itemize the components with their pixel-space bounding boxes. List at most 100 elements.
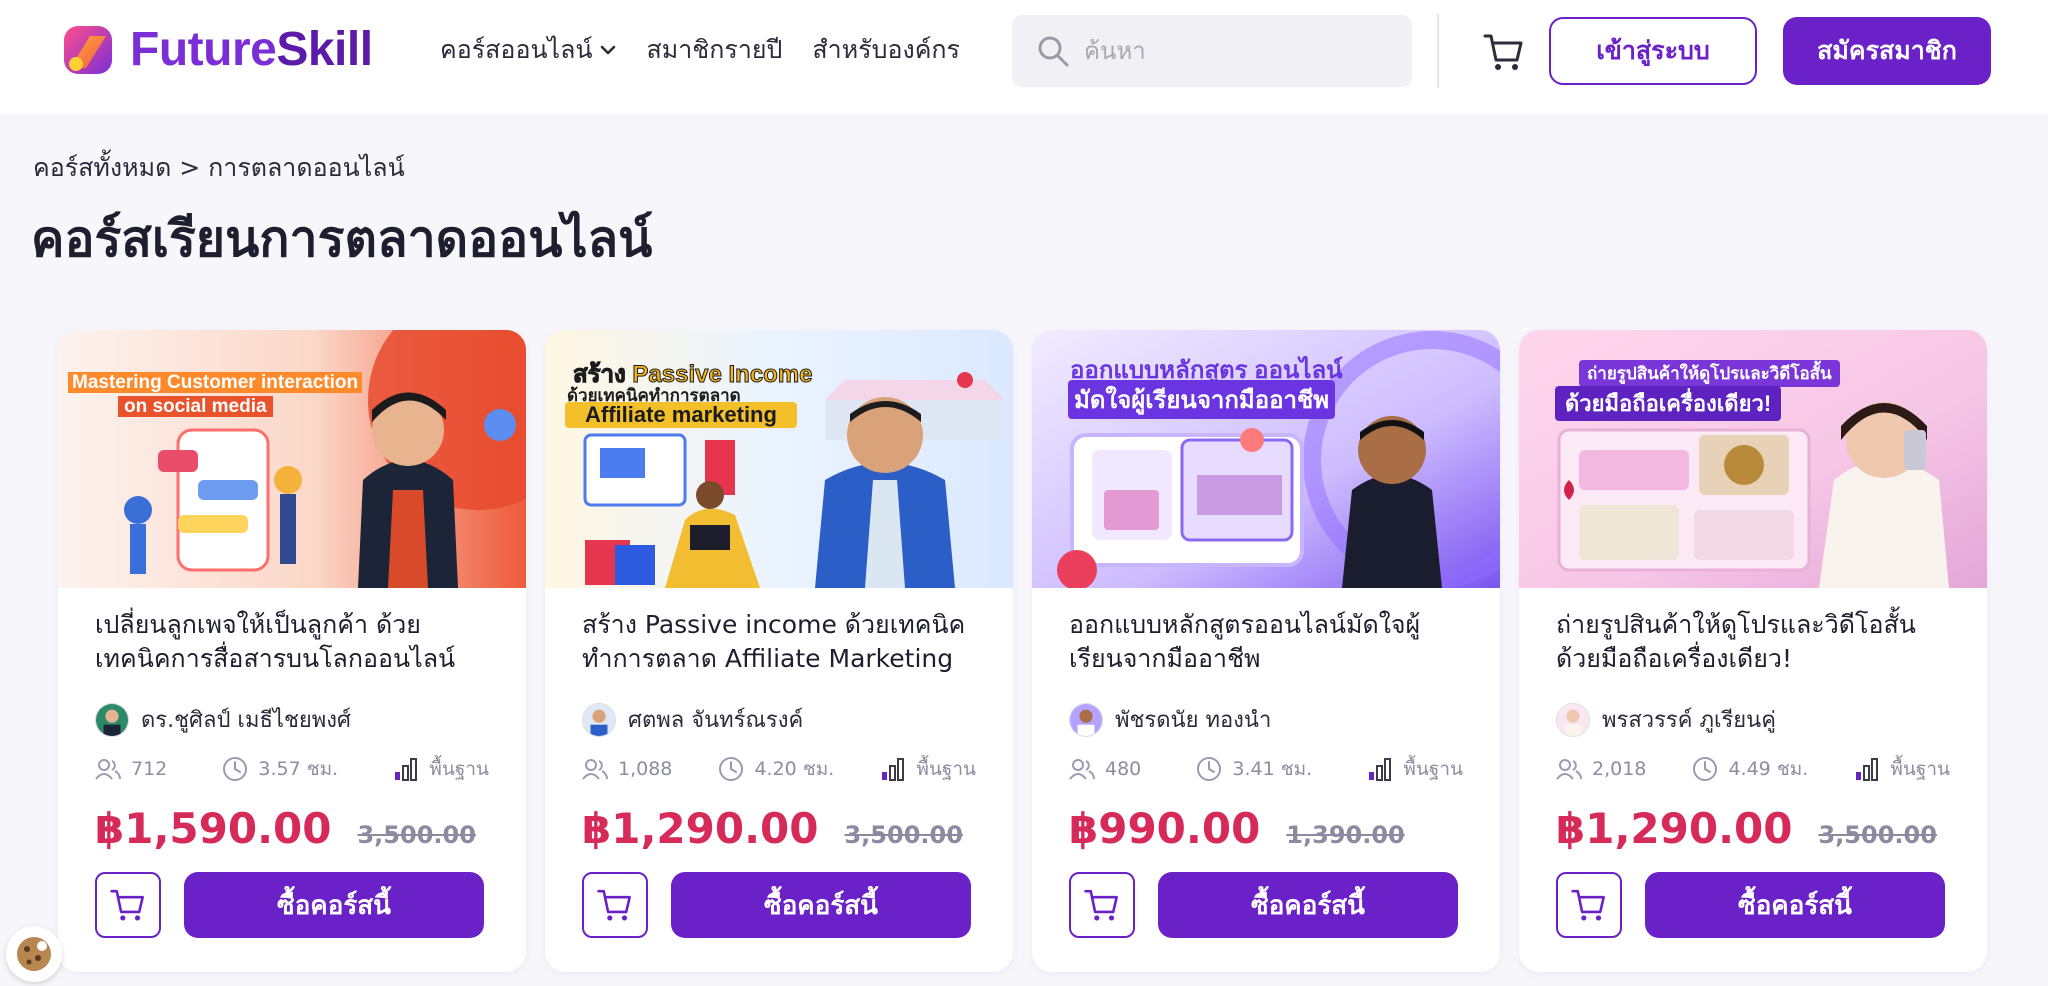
buy-course-button[interactable]: ซื้อคอร์สนี้ [1645,872,1945,938]
users-icon [1556,759,1582,780]
instructor-name: พรสวรรค์ ภูเรียนคู่ [1602,708,1776,733]
level-value: พื้นฐาน [916,758,976,780]
instructor-avatar [1556,702,1590,737]
clock-icon [1197,757,1222,781]
cart-icon [597,889,631,921]
nav-item-label: สำหรับองค์กร [812,35,960,64]
add-to-cart-button[interactable] [95,872,161,938]
nav-item-for-organizations[interactable]: สำหรับองค์กร [812,30,960,70]
duration-value: 3.41 ชม. [1232,758,1313,780]
banner-text: มัดใจผู้เรียนจากมืออาชีพ [1068,380,1336,419]
instructor: พรสวรรค์ ภูเรียนคู่ [1556,702,1776,737]
price-block: ฿1,290.00 3,500.00 [1556,804,1937,853]
course-thumbnail[interactable]: สร้าง Passive Income ด้วยเทคนิคทำการตลาด… [545,330,1013,588]
banner-text: Mastering Customer interaction [68,372,363,394]
brand-name: FutureSkill [130,23,373,76]
cart-icon [110,889,144,921]
banner-text: on social media [118,396,273,418]
nav-item-online-courses[interactable]: คอร์สออนไลน์ [440,30,617,70]
add-to-cart-button[interactable] [1556,872,1622,938]
header-divider [1437,14,1439,88]
level-bars-icon [1369,758,1392,781]
cart-icon [1084,889,1118,921]
level: พื้นฐาน [393,754,489,784]
duration: 3.41 ชม. [1196,754,1312,784]
price-block: ฿1,590.00 3,500.00 [95,804,476,853]
nav-item-label: คอร์สออนไลน์ [440,35,593,64]
nav-item-annual-membership[interactable]: สมาชิกรายปี [647,30,783,70]
clock-icon [719,757,744,781]
login-button[interactable]: เข้าสู่ระบบ [1549,17,1757,85]
original-price: 1,390.00 [1286,821,1405,849]
instructor-avatar [582,702,616,737]
course-meta: 1,088 4.20 ชม. พื้นฐาน [582,754,976,784]
level: พื้นฐาน [1367,754,1463,784]
breadcrumb: คอร์สทั้งหมด > การตลาดออนไลน์ [33,153,405,182]
level-value: พื้นฐาน [1403,758,1463,780]
original-price: 3,500.00 [844,821,963,849]
course-meta: 480 3.41 ชม. พื้นฐาน [1069,754,1463,784]
current-price: ฿1,590.00 [95,804,332,853]
duration: 4.20 ชม. [718,754,834,784]
clock-icon [1693,757,1718,781]
logo-mark-icon [64,26,112,74]
students-count: 2,018 [1556,757,1646,781]
buy-course-button[interactable]: ซื้อคอร์สนี้ [1158,872,1458,938]
register-button[interactable]: สมัครสมาชิก [1783,17,1991,85]
duration: 4.49 ชม. [1692,754,1808,784]
instructor-avatar [95,702,129,737]
level-bars-icon [395,758,418,781]
cart-icon [1571,889,1605,921]
instructor-name: ศตพล จันทร์ณรงค์ [628,708,804,733]
buy-course-button[interactable]: ซื้อคอร์สนี้ [671,872,971,938]
main-nav: คอร์สออนไลน์ สมาชิกรายปี สำหรับองค์กร [440,30,960,70]
current-price: ฿1,290.00 [1556,804,1793,853]
course-card[interactable]: Mastering Customer interaction on social… [58,330,526,972]
course-card[interactable]: ถ่ายรูปสินค้าให้ดูโปรและวิดีโอสั้น ด้วยม… [1519,330,1987,972]
cart-icon[interactable] [1482,30,1526,74]
course-thumbnail[interactable]: Mastering Customer interaction on social… [58,330,526,588]
level: พื้นฐาน [1854,754,1950,784]
students-count: 1,088 [582,757,672,781]
nav-item-label: สมาชิกรายปี [646,35,783,64]
duration: 3.57 ชม. [222,754,338,784]
course-card[interactable]: สร้าง Passive Income ด้วยเทคนิคทำการตลาด… [545,330,1013,972]
students-value: 2,018 [1592,758,1647,780]
students-count: 712 [95,757,167,781]
cookie-settings-button[interactable] [6,926,62,982]
page-title: คอร์สเรียนการตลาดออนไลน์ [31,210,653,268]
search-box[interactable] [1012,15,1412,87]
buy-course-button[interactable]: ซื้อคอร์สนี้ [184,872,484,938]
price-block: ฿990.00 1,390.00 [1069,804,1405,853]
search-icon [1038,36,1069,67]
instructor-avatar [1069,702,1103,737]
brand-logo[interactable]: FutureSkill [60,22,373,78]
instructor: พัชรดนัย ทองนำ [1069,702,1271,737]
banner-text: Affiliate marketing [565,402,797,428]
search-input[interactable] [1084,37,1384,65]
course-thumbnail[interactable]: ออกแบบหลักสูตร ออนไลน์ มัดใจผู้เรียนจากม… [1032,330,1500,588]
course-title[interactable]: ถ่ายรูปสินค้าให้ดูโปรและวิดีโอสั้น ด้วยม… [1556,608,1956,676]
instructor: ดร.ชูศิลป์ เมธีไชยพงศ์ [95,702,351,737]
banner-text: ด้วยมือถือเครื่องเดียว! [1555,386,1782,421]
users-icon [95,759,121,780]
current-price: ฿990.00 [1069,804,1261,853]
users-icon [582,759,608,780]
course-banner-image [58,330,526,588]
students-value: 1,088 [618,758,673,780]
chevron-down-icon [600,45,615,55]
course-meta: 712 3.57 ชม. พื้นฐาน [95,754,489,784]
price-block: ฿1,290.00 3,500.00 [582,804,963,853]
course-thumbnail[interactable]: ถ่ายรูปสินค้าให้ดูโปรและวิดีโอสั้น ด้วยม… [1519,330,1987,588]
course-card[interactable]: ออกแบบหลักสูตร ออนไลน์ มัดใจผู้เรียนจากม… [1032,330,1500,972]
students-value: 480 [1105,758,1142,780]
add-to-cart-button[interactable] [1069,872,1135,938]
original-price: 3,500.00 [1818,821,1937,849]
course-title[interactable]: สร้าง Passive income ด้วยเทคนิคทำการตลาด… [582,608,982,676]
site-header: FutureSkill คอร์สออนไลน์ สมาชิกรายปี สำห… [0,0,2048,114]
add-to-cart-button[interactable] [582,872,648,938]
users-icon [1069,759,1095,780]
course-title[interactable]: เปลี่ยนลูกเพจให้เป็นลูกค้า ด้วยเทคนิคการ… [95,608,495,676]
level-bars-icon [882,758,905,781]
course-title[interactable]: ออกแบบหลักสูตรออนไลน์มัดใจผู้เรียนจากมือ… [1069,608,1469,676]
